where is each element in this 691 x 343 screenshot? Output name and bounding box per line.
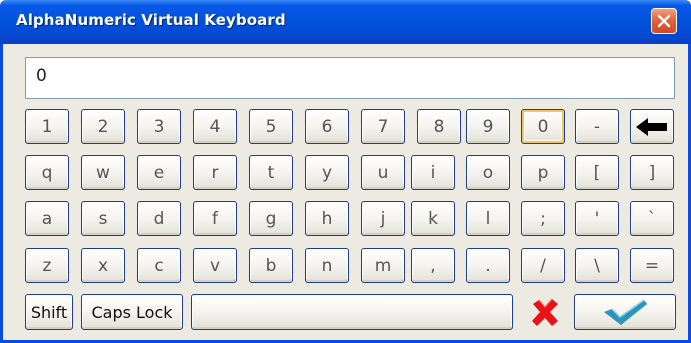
title-bar[interactable]: AlphaNumeric Virtual Keyboard: [0, 0, 691, 44]
key-backslash[interactable]: \: [575, 248, 619, 283]
key-3[interactable]: 3: [137, 109, 181, 144]
space-bar-key[interactable]: [191, 294, 513, 330]
key-c[interactable]: c: [137, 248, 181, 283]
key-right-bracket[interactable]: ]: [630, 155, 674, 190]
key-l[interactable]: l: [466, 201, 510, 236]
key-v[interactable]: v: [193, 248, 237, 283]
key-i[interactable]: i: [411, 155, 455, 190]
key-f[interactable]: f: [193, 201, 237, 236]
checkmark-icon: [604, 299, 647, 325]
key-minus[interactable]: -: [575, 109, 619, 144]
backspace-arrow-icon: [636, 117, 667, 136]
key-1[interactable]: 1: [25, 109, 69, 144]
key-p[interactable]: p: [521, 155, 565, 190]
key-left-bracket[interactable]: [: [575, 155, 619, 190]
window-title: AlphaNumeric Virtual Keyboard: [16, 11, 286, 29]
key-backtick[interactable]: `: [630, 201, 674, 236]
key-2[interactable]: 2: [81, 109, 125, 144]
key-4[interactable]: 4: [193, 109, 237, 144]
close-icon: [657, 14, 671, 28]
shift-key[interactable]: Shift: [25, 294, 73, 330]
key-j[interactable]: j: [361, 201, 405, 236]
key-comma[interactable]: ,: [411, 248, 455, 283]
key-m[interactable]: m: [361, 248, 405, 283]
caps-lock-key[interactable]: Caps Lock: [81, 294, 183, 330]
close-button[interactable]: [651, 8, 677, 34]
key-a[interactable]: a: [25, 201, 69, 236]
virtual-keyboard-window: AlphaNumeric Virtual Keyboard 0 1 2 3 4 …: [0, 0, 691, 343]
key-e[interactable]: e: [137, 155, 181, 190]
key-h[interactable]: h: [305, 201, 349, 236]
key-y[interactable]: y: [305, 155, 349, 190]
cancel-button[interactable]: [519, 291, 571, 333]
key-slash[interactable]: /: [521, 248, 565, 283]
key-equals[interactable]: =: [630, 248, 674, 283]
key-s[interactable]: s: [81, 201, 125, 236]
key-7[interactable]: 7: [361, 109, 405, 144]
key-t[interactable]: t: [249, 155, 293, 190]
key-w[interactable]: w: [81, 155, 125, 190]
key-z[interactable]: z: [25, 248, 69, 283]
key-6[interactable]: 6: [305, 109, 349, 144]
key-o[interactable]: o: [466, 155, 510, 190]
text-display-field[interactable]: 0: [25, 57, 675, 99]
key-r[interactable]: r: [193, 155, 237, 190]
key-period[interactable]: .: [466, 248, 510, 283]
backspace-key[interactable]: [630, 109, 674, 144]
key-semicolon[interactable]: ;: [521, 201, 565, 236]
key-q[interactable]: q: [25, 155, 69, 190]
key-8[interactable]: 8: [417, 109, 461, 144]
key-g[interactable]: g: [249, 201, 293, 236]
key-n[interactable]: n: [305, 248, 349, 283]
key-k[interactable]: k: [411, 201, 455, 236]
key-9[interactable]: 9: [466, 109, 510, 144]
key-5[interactable]: 5: [249, 109, 293, 144]
key-x[interactable]: x: [81, 248, 125, 283]
key-u[interactable]: u: [361, 155, 405, 190]
red-x-icon: [532, 298, 558, 326]
key-b[interactable]: b: [249, 248, 293, 283]
key-0[interactable]: 0: [521, 109, 565, 144]
ok-button[interactable]: [574, 294, 676, 330]
key-apostrophe[interactable]: ': [575, 201, 619, 236]
key-d[interactable]: d: [137, 201, 181, 236]
